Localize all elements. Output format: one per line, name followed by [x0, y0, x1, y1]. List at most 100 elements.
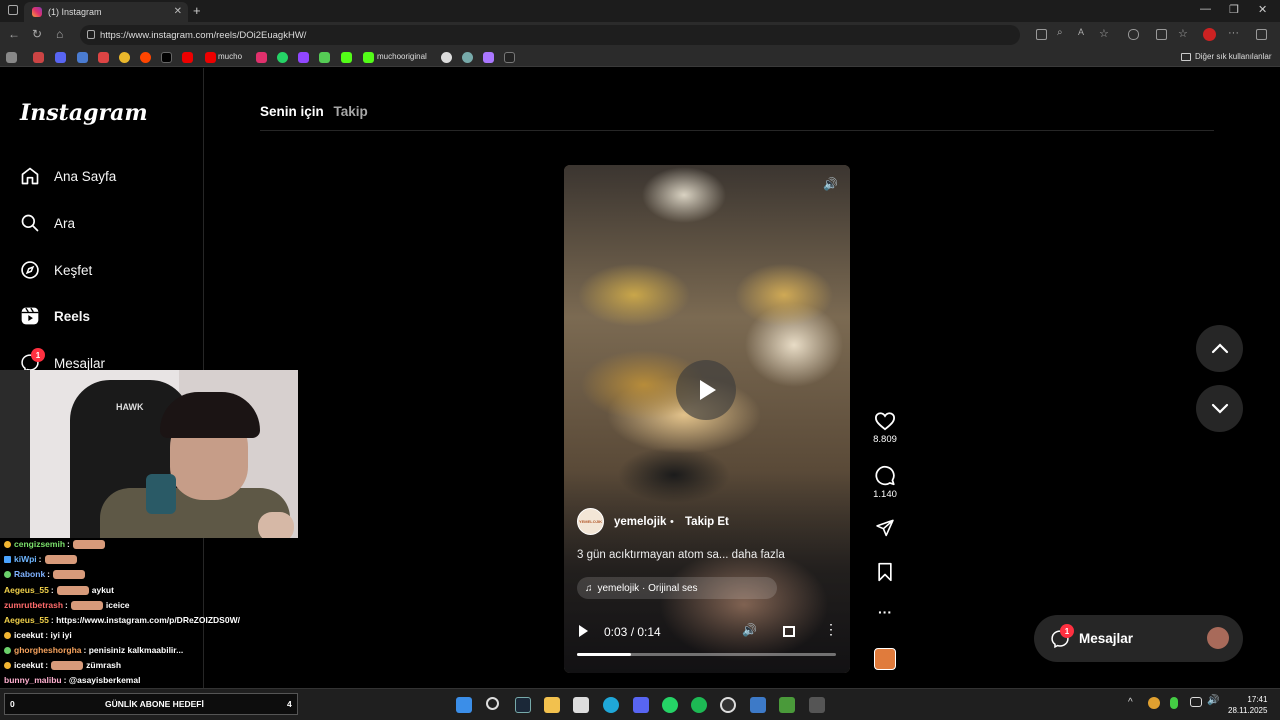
play-overlay-button[interactable] — [676, 360, 736, 420]
reel-caption[interactable]: 3 gün acıktırmayan atom sa... daha fazla — [577, 549, 785, 561]
address-toolbar: ← ↻ ⌂ https://www.instagram.com/reels/DO… — [0, 22, 1280, 48]
gmail-bookmark-icon[interactable] — [98, 52, 109, 63]
bookmark-muchooriginal[interactable]: muchooriginal — [377, 52, 427, 61]
subscriber-badge-icon — [4, 541, 11, 549]
sidebar-toggle-icon[interactable] — [1256, 29, 1267, 40]
messages-floating-button[interactable]: Mesajlar 1 — [1034, 615, 1243, 662]
display-icon[interactable] — [1190, 697, 1202, 707]
favorites-icon[interactable]: ☆ — [1178, 27, 1188, 40]
reel-video[interactable]: 🔊 YEMELOJIK yemelojik • Takip Et 3 gün a… — [564, 165, 850, 673]
obs-icon[interactable] — [720, 697, 736, 713]
bookmark-icon[interactable] — [6, 52, 17, 63]
bookmark-mucho[interactable]: mucho — [218, 52, 242, 61]
author-avatar[interactable]: YEMELOJIK — [577, 508, 604, 535]
volume-icon[interactable]: 🔊 — [1207, 695, 1219, 706]
tab-actions-icon[interactable] — [8, 5, 18, 15]
sidebar-item-search[interactable]: Ara — [20, 213, 75, 233]
follow-button[interactable]: Takip Et — [685, 516, 729, 528]
show-hidden-icons[interactable]: ^ — [1128, 697, 1133, 708]
minimize-window-button[interactable]: — — [1200, 3, 1211, 15]
search-icon[interactable] — [486, 697, 499, 710]
close-tab-icon[interactable]: ✕ — [174, 6, 182, 17]
url-bar[interactable]: https://www.instagram.com/reels/DOi2Euag… — [80, 25, 1020, 45]
store-icon[interactable] — [573, 697, 589, 713]
system-clock[interactable]: 17:41 28.11.2025 — [1228, 694, 1267, 716]
youtube-bookmark-icon[interactable] — [182, 52, 193, 63]
save-button[interactable] — [872, 562, 898, 585]
steam-icon[interactable] — [515, 697, 531, 713]
spotify-icon[interactable] — [691, 697, 707, 713]
profile-avatar[interactable] — [1203, 28, 1216, 41]
sidebar-item-reels[interactable]: Reels — [20, 306, 90, 326]
like-button[interactable]: 8.809 — [872, 411, 898, 445]
read-aloud-icon[interactable]: A — [1078, 27, 1084, 37]
site-info-icon[interactable] — [87, 30, 95, 39]
app-available-icon[interactable] — [1036, 29, 1047, 40]
browser-tab-instagram[interactable]: (1) Instagram ✕ — [24, 2, 188, 22]
chrome-bookmark-icon[interactable] — [119, 52, 130, 63]
bookmark-icon[interactable] — [483, 52, 494, 63]
previous-reel-button[interactable] — [1196, 325, 1243, 372]
app-icon[interactable] — [750, 697, 766, 713]
sidebar-item-explore[interactable]: Keşfet — [20, 260, 92, 280]
split-screen-icon[interactable] — [1156, 29, 1167, 40]
start-menu-icon[interactable] — [456, 697, 472, 713]
discord-icon[interactable] — [633, 697, 649, 713]
other-favorites-folder[interactable]: Diğer sık kullanılanlar — [1195, 52, 1271, 61]
volume-icon[interactable]: 🔊 — [742, 623, 757, 637]
bookmark-icon[interactable] — [441, 52, 452, 63]
kick-bookmark-icon[interactable] — [341, 52, 352, 63]
close-window-button[interactable]: ✕ — [1258, 3, 1267, 16]
share-button[interactable] — [872, 518, 898, 540]
youtube-bookmark-icon[interactable] — [205, 52, 216, 63]
video-more-icon[interactable]: ⋮ — [824, 621, 838, 638]
favorite-star-icon[interactable]: ☆ — [1099, 27, 1109, 40]
comment-icon — [875, 465, 895, 486]
comment-button[interactable]: 1.140 — [872, 465, 898, 500]
bookmark-icon[interactable] — [504, 52, 515, 63]
sidebar-item-home[interactable]: Ana Sayfa — [20, 166, 116, 186]
more-menu-icon[interactable]: ··· — [1228, 27, 1239, 39]
instagram-logo[interactable]: Instagram — [20, 100, 148, 126]
twitch-bookmark-icon[interactable] — [298, 52, 309, 63]
x-bookmark-icon[interactable] — [161, 52, 172, 63]
audio-link[interactable]: ♫ yemelojik · Orijinal ses — [577, 577, 777, 599]
whatsapp-bookmark-icon[interactable] — [277, 52, 288, 63]
file-explorer-icon[interactable] — [544, 697, 560, 713]
whatsapp-icon[interactable] — [662, 697, 678, 713]
folder-icon — [1181, 53, 1191, 61]
tab-for-you[interactable]: Senin için — [260, 104, 324, 119]
tab-following[interactable]: Takip — [334, 104, 368, 119]
bookmark-icon[interactable] — [319, 52, 330, 63]
chat-line: cengizsemih: — [4, 539, 108, 550]
edge-icon[interactable] — [603, 697, 619, 713]
restore-window-button[interactable]: ❐ — [1229, 3, 1239, 16]
streamer-webcam: HAWK — [0, 370, 298, 538]
home-button[interactable]: ⌂ — [56, 27, 63, 41]
audio-thumbnail[interactable] — [874, 648, 896, 670]
play-button[interactable] — [579, 625, 588, 637]
next-reel-button[interactable] — [1196, 385, 1243, 432]
extensions-icon[interactable] — [1128, 29, 1139, 40]
kick-bookmark-icon[interactable] — [363, 52, 374, 63]
bookmark-icon[interactable] — [33, 52, 44, 63]
zoom-icon[interactable]: ⌕ — [1057, 27, 1063, 38]
sound-on-icon[interactable]: 🔊 — [823, 177, 838, 191]
app-icon[interactable] — [809, 697, 825, 713]
reddit-bookmark-icon[interactable] — [140, 52, 151, 63]
more-options-button[interactable]: ··· — [872, 604, 898, 620]
author-username[interactable]: yemelojik — [614, 516, 666, 528]
refresh-button[interactable]: ↻ — [32, 27, 42, 41]
app-icon[interactable] — [779, 697, 795, 713]
video-progress-bar[interactable] — [577, 653, 836, 656]
microphone-icon[interactable] — [1170, 697, 1178, 709]
instagram-bookmark-icon[interactable] — [256, 52, 267, 63]
new-tab-button[interactable]: + — [193, 3, 201, 18]
back-button[interactable]: ← — [8, 27, 20, 41]
fullscreen-icon[interactable] — [783, 626, 795, 637]
bookmark-icon[interactable] — [77, 52, 88, 63]
tray-icon[interactable] — [1148, 697, 1160, 709]
browser-tab-bar: (1) Instagram ✕ + — ❐ ✕ — [0, 0, 1280, 22]
bookmark-icon[interactable] — [462, 52, 473, 63]
bookmark-icon[interactable] — [55, 52, 66, 63]
